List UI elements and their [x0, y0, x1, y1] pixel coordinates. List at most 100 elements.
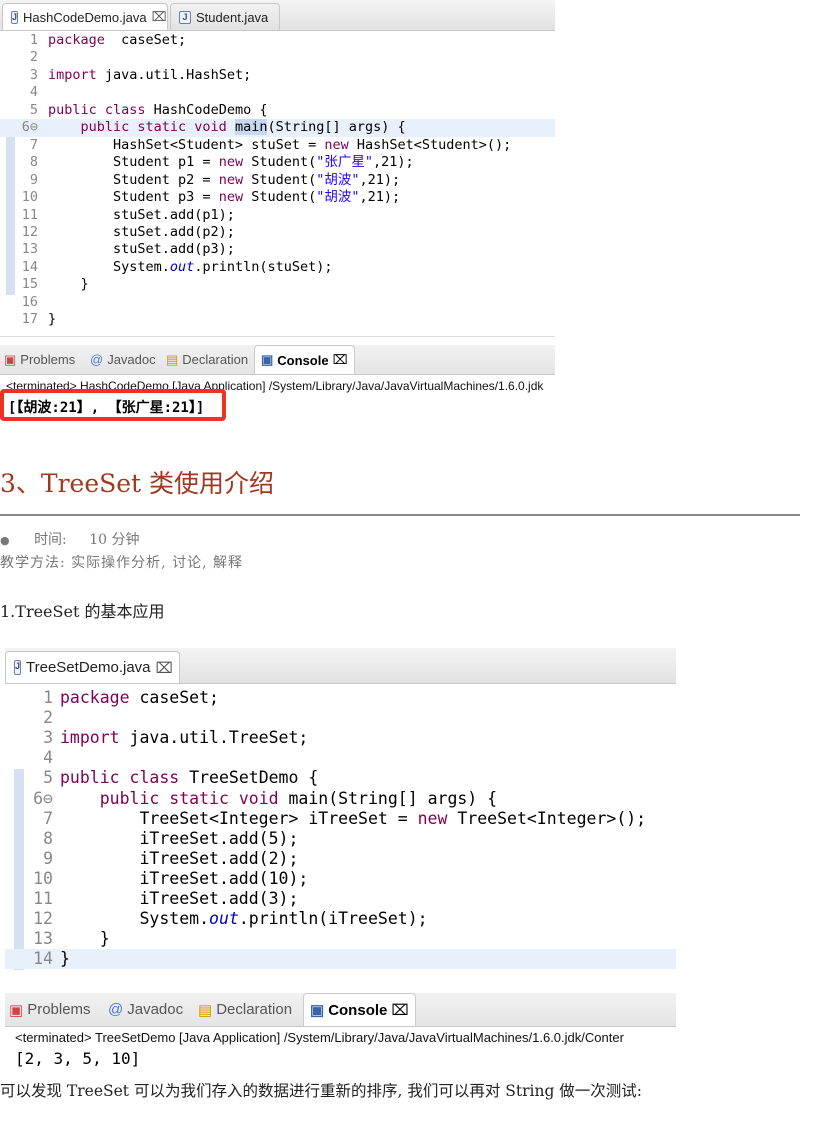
code-token: java.util.HashSet;	[96, 66, 252, 83]
code-token-kw: package	[48, 32, 105, 48]
code-token: iTreeSet.add(3);	[60, 889, 299, 908]
code-line: 2	[0, 49, 555, 66]
tab-problems[interactable]: ▣ Problems	[9, 993, 91, 1026]
console-icon: ▣	[261, 352, 274, 367]
code-token: Student(	[243, 171, 317, 188]
code-text: import java.util.HashSet;	[48, 67, 251, 84]
tab-label: Javadoc	[107, 352, 156, 367]
line-number: 11	[21, 206, 38, 223]
code-line: 16	[0, 294, 555, 311]
code-line: 10 iTreeSet.add(10);	[5, 869, 676, 889]
tab-console[interactable]: ▣ Console ⌧	[254, 345, 355, 374]
code-token: Student p3 =	[48, 189, 219, 206]
tab-hashcodedemo[interactable]: J HashCodeDemo.java ⌧	[2, 3, 168, 30]
code-line: 5 public class HashCodeDemo {	[0, 102, 555, 119]
declaration-icon: ▤	[198, 1001, 213, 1019]
tab-problems[interactable]: ▣ Problems	[4, 345, 75, 374]
code-text: stuSet.add(p2);	[48, 224, 235, 241]
close-icon[interactable]: ⌧	[156, 659, 173, 677]
tab-console[interactable]: ▣ Console ⌧	[303, 993, 416, 1026]
code-text: System.out.println(iTreeSet);	[60, 909, 427, 929]
code-area[interactable]: 1 package caseSet; 2 3 import java.util.Hash…	[0, 32, 555, 336]
code-line: 12 System.out.println(iTreeSet);	[5, 909, 676, 929]
tab-declaration[interactable]: ▤ Declaration	[166, 345, 248, 374]
code-token: ,21);	[359, 189, 401, 206]
line-number: 13	[33, 929, 53, 949]
line-number: 13	[21, 241, 38, 258]
code-text: iTreeSet.add(10);	[60, 869, 308, 889]
code-text: public class HashCodeDemo {	[48, 102, 267, 119]
terminated-status: <terminated> TreeSetDemo [Java Applicati…	[15, 1030, 624, 1045]
code-token: stuSet.add(p3);	[48, 241, 235, 258]
code-line: 7 HashSet<Student> stuSet = new HashSet<…	[0, 137, 555, 154]
tab-label: HashCodeDemo.java	[23, 9, 147, 25]
code-token: caseSet;	[129, 688, 219, 707]
code-line: 2	[5, 708, 676, 728]
line-number: 14	[33, 949, 53, 969]
code-text: }	[48, 276, 89, 293]
code-line: 9 Student p2 = new Student("胡波",21);	[0, 172, 555, 189]
code-area[interactable]: 1 package caseSet; 2 3 import java.util.Tree…	[5, 688, 676, 986]
console-output: [【胡波:21】, 【张广星:21】]	[8, 400, 205, 416]
code-line: 4	[5, 748, 676, 768]
line-number: 1	[43, 688, 53, 707]
code-line: 6⊖ public static void main(String[] args…	[0, 119, 555, 137]
line-number: 8	[29, 154, 38, 171]
code-text: stuSet.add(p3);	[48, 241, 235, 258]
time-line: ● 时间: 10 分钟	[0, 529, 140, 549]
code-token-kw: public static void	[99, 788, 279, 808]
tab-javadoc[interactable]: @ Javadoc	[108, 993, 183, 1026]
code-line: 11 stuSet.add(p1);	[0, 207, 555, 224]
code-token-fld: out	[209, 909, 239, 929]
line-number: 3	[29, 66, 38, 83]
close-icon[interactable]: ⌧	[152, 9, 167, 25]
code-token-str: "胡波"	[316, 189, 360, 206]
code-line: 17}	[0, 311, 555, 328]
code-line: 9 iTreeSet.add(2);	[5, 849, 676, 869]
console-tabbar: ▣ Problems @ Javadoc ▤ Declaration ▣ Console…	[0, 345, 555, 375]
code-token: System.	[60, 909, 210, 929]
line-number: 1	[29, 32, 38, 48]
code-token: stuSet.add(p2);	[48, 223, 235, 240]
tab-label: Declaration	[216, 1001, 293, 1018]
problems-icon: ▣	[4, 351, 17, 367]
tab-student[interactable]: J Student.java	[170, 3, 280, 30]
code-token: (String[] args) {	[267, 119, 406, 136]
close-icon[interactable]: ⌧	[391, 1001, 408, 1019]
line-number: 15	[21, 276, 38, 293]
code-token-kw: new	[324, 136, 349, 153]
code-text: iTreeSet.add(5);	[60, 829, 298, 849]
line-number: 5	[29, 101, 38, 118]
code-text: }	[48, 311, 56, 328]
code-token: iTreeSet.add(2);	[60, 848, 299, 868]
code-token-kw: import	[60, 728, 120, 748]
eclipse-editor-treesetdemo: J TreeSetDemo.java ⌧ 1 package caseSet; 2 3…	[5, 648, 676, 986]
line-number: 17	[21, 311, 38, 328]
problems-icon: ▣	[9, 1001, 24, 1019]
tab-label: Javadoc	[127, 1001, 184, 1018]
eclipse-editor-hashcodedemo: J HashCodeDemo.java ⌧ J Student.java 1 pa…	[0, 0, 555, 337]
tab-declaration[interactable]: ▤ Declaration	[198, 993, 292, 1026]
code-token: Student p2 =	[48, 171, 219, 188]
line-number: 12	[33, 909, 53, 929]
line-number: 8	[43, 828, 53, 848]
code-token-kw: new	[218, 171, 244, 188]
code-line: 13 stuSet.add(p3);	[0, 241, 555, 258]
at-icon: @	[108, 1001, 124, 1018]
code-text: import java.util.TreeSet;	[60, 728, 308, 748]
bullet-icon: ●	[0, 534, 10, 547]
close-icon[interactable]: ⌧	[333, 352, 348, 368]
tab-javadoc[interactable]: @ Javadoc	[90, 345, 156, 374]
tab-label: Declaration	[182, 352, 249, 367]
teaching-method: 教学方法: 实际操作分析, 讨论, 解释	[0, 555, 243, 571]
code-token: System.	[48, 258, 170, 275]
code-token-kw: public class	[60, 768, 180, 788]
code-token: ,21);	[373, 154, 414, 171]
code-token-kw: new	[218, 154, 244, 171]
code-token-kw: public static void	[80, 119, 227, 136]
code-text: public static void main(String[] args) {	[48, 119, 406, 136]
code-line: 10 Student p3 = new Student("胡波",21);	[0, 189, 555, 206]
tab-treesetdemo[interactable]: J TreeSetDemo.java ⌧	[5, 651, 180, 683]
